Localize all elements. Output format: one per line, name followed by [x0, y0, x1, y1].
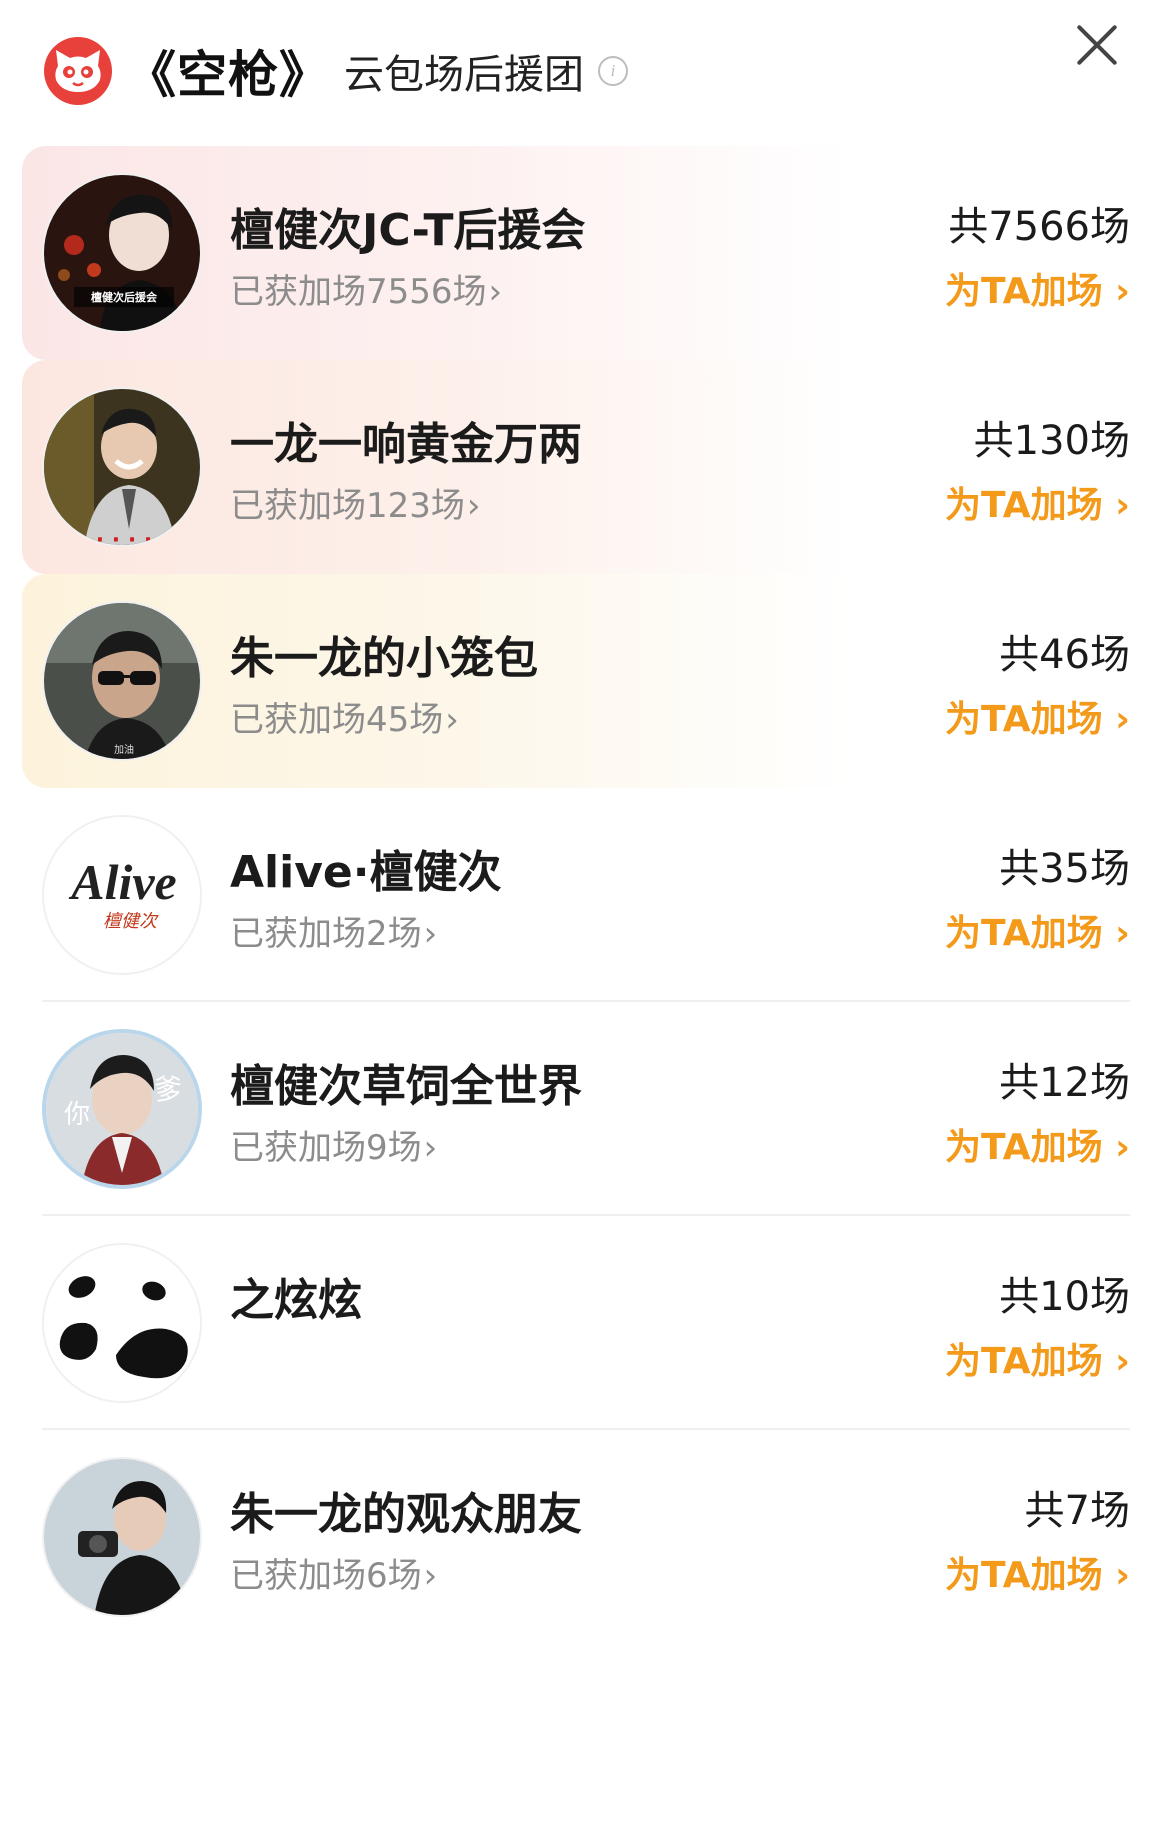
- gained-count-text: 已获加场6场: [230, 1556, 422, 1596]
- person-photo-icon: 檀健次后援会: [42, 173, 202, 333]
- gained-count-link[interactable]: 已获加场45场›: [230, 692, 459, 741]
- boost-button[interactable]: 为TA加场 ›: [945, 690, 1130, 742]
- person-photo-icon: [42, 1457, 202, 1617]
- boost-label: 为TA加场: [945, 271, 1103, 312]
- svg-text:爹: 爹: [154, 1073, 182, 1106]
- boost-button[interactable]: 为TA加场 ›: [945, 1332, 1130, 1384]
- svg-text:加油: 加油: [114, 743, 134, 756]
- chevron-right-icon: ›: [423, 1128, 438, 1168]
- alive-logo-icon: Alive 檀健次: [42, 815, 202, 975]
- total-count: 共7场: [1024, 1488, 1130, 1534]
- list-item[interactable]: 朱一龙的观众朋友 已获加场6场› 共7场 为TA加场 ›: [22, 1430, 1130, 1644]
- chevron-right-icon: ›: [1102, 485, 1130, 526]
- person-photo-icon: · · · ·: [42, 387, 202, 547]
- svg-text:你: 你: [64, 1100, 90, 1130]
- header: 《空枪》 云包场后援团 i: [44, 37, 628, 105]
- gained-count-link[interactable]: 已获加场2场›: [230, 906, 437, 955]
- boost-label: 为TA加场: [945, 1341, 1103, 1382]
- chevron-right-icon: ›: [1102, 1555, 1130, 1596]
- total-count: 共130场: [973, 418, 1130, 464]
- group-name: 一龙一响黄金万两: [230, 419, 582, 470]
- list-item[interactable]: 加油 朱一龙的小笼包 已获加场45场› 共46场 为TA加场 ›: [22, 574, 1130, 788]
- page-subtitle: 云包场后援团: [344, 52, 584, 98]
- chevron-right-icon: ›: [466, 486, 481, 526]
- list-item[interactable]: 之炫炫 共10场 为TA加场 ›: [22, 1216, 1130, 1430]
- boost-button[interactable]: 为TA加场 ›: [945, 262, 1130, 314]
- list-item[interactable]: Alive 檀健次 Alive·檀健次 已获加场2场› 共35场 为TA加场 ›: [22, 788, 1130, 1002]
- info-icon[interactable]: i: [598, 56, 628, 86]
- chevron-right-icon: ›: [423, 914, 438, 954]
- gained-count-text: 已获加场7556场: [230, 272, 487, 312]
- gained-count-text: 已获加场2场: [230, 914, 422, 954]
- group-name: Alive·檀健次: [230, 847, 502, 898]
- gained-count-link[interactable]: 已获加场7556场›: [230, 264, 502, 313]
- total-count: 共10场: [999, 1274, 1130, 1320]
- panda-icon: [42, 1243, 202, 1403]
- page-title: 《空枪》: [126, 46, 330, 104]
- list-item[interactable]: 檀健次后援会 檀健次JC-T后援会 已获加场7556场› 共7566场 为TA加…: [22, 146, 1130, 360]
- group-name: 檀健次草饲全世界: [230, 1061, 582, 1112]
- boost-group-sheet: 《空枪》 云包场后援团 i 檀健次后援会 檀健次JC-T后援会 已获加场7556…: [0, 0, 1170, 1834]
- gained-count-link[interactable]: 已获加场123场›: [230, 478, 481, 527]
- total-count: 共12场: [999, 1060, 1130, 1106]
- boost-button[interactable]: 为TA加场 ›: [945, 1118, 1130, 1170]
- chevron-right-icon: ›: [1102, 1341, 1130, 1382]
- boost-button[interactable]: 为TA加场 ›: [945, 904, 1130, 956]
- chevron-right-icon: ›: [1102, 1127, 1130, 1168]
- svg-text:Alive: Alive: [68, 854, 177, 910]
- total-count: 共46场: [999, 632, 1130, 678]
- gained-count-text: 已获加场9场: [230, 1128, 422, 1168]
- boost-label: 为TA加场: [945, 913, 1103, 954]
- boost-label: 为TA加场: [945, 485, 1103, 526]
- boost-label: 为TA加场: [945, 1555, 1103, 1596]
- gained-count-text: 已获加场123场: [230, 486, 465, 526]
- group-name: 朱一龙的观众朋友: [230, 1489, 582, 1540]
- group-name: 朱一龙的小笼包: [230, 633, 538, 684]
- cat-logo-icon: [44, 37, 112, 105]
- chevron-right-icon: ›: [445, 700, 459, 740]
- close-icon[interactable]: [1070, 18, 1124, 72]
- list-item[interactable]: 你 爹 檀健次草饲全世界 已获加场9场› 共12场 为TA加场 ›: [22, 1002, 1130, 1216]
- boost-label: 为TA加场: [945, 699, 1103, 740]
- chevron-right-icon: ›: [1102, 271, 1130, 312]
- svg-text:檀健次: 檀健次: [103, 911, 159, 932]
- person-photo-icon: 你 爹: [42, 1029, 202, 1189]
- svg-text:檀健次后援会: 檀健次后援会: [91, 290, 158, 304]
- total-count: 共35场: [999, 846, 1130, 892]
- list-item[interactable]: · · · · 一龙一响黄金万两 已获加场123场› 共130场 为TA加场 ›: [22, 360, 1130, 574]
- gained-count-text: 已获加场45场: [230, 700, 444, 740]
- chevron-right-icon: ›: [423, 1556, 438, 1596]
- chevron-right-icon: ›: [1102, 699, 1130, 740]
- boost-button[interactable]: 为TA加场 ›: [945, 476, 1130, 528]
- gained-count-link[interactable]: 已获加场6场›: [230, 1548, 437, 1597]
- boost-button[interactable]: 为TA加场 ›: [945, 1546, 1130, 1598]
- person-photo-icon: 加油: [42, 601, 202, 761]
- total-count: 共7566场: [948, 204, 1130, 250]
- chevron-right-icon: ›: [1102, 913, 1130, 954]
- group-name: 檀健次JC-T后援会: [230, 205, 586, 256]
- gained-count-link[interactable]: 已获加场9场›: [230, 1120, 437, 1169]
- chevron-right-icon: ›: [488, 272, 503, 312]
- group-name: 之炫炫: [230, 1275, 362, 1326]
- boost-label: 为TA加场: [945, 1127, 1103, 1168]
